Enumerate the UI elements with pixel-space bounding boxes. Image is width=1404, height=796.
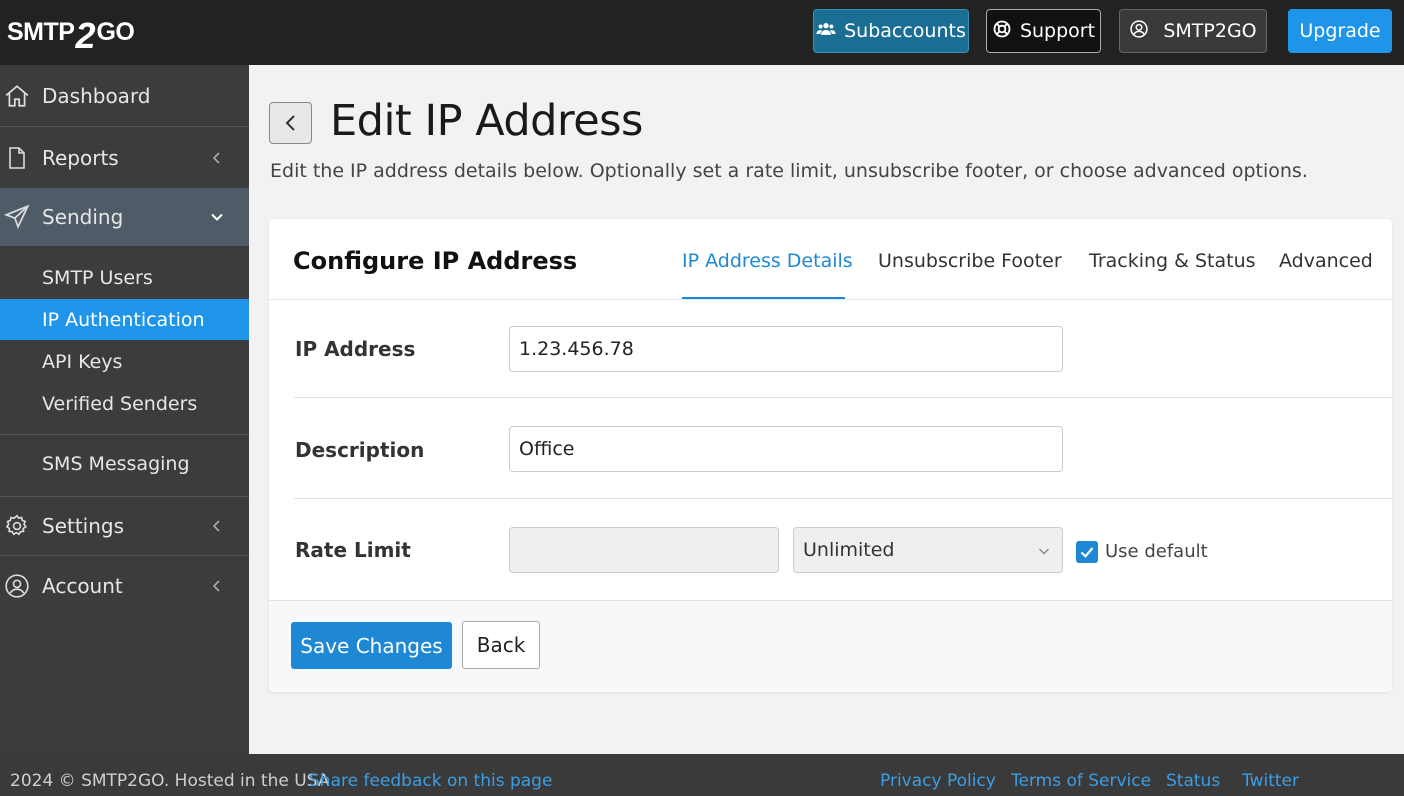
upgrade-button[interactable]: Upgrade <box>1288 9 1392 53</box>
description-input[interactable]: Office <box>509 426 1063 472</box>
top-bar: SMTP 2 GO Subaccounts Support SMTP2GO Upgr… <box>0 0 1404 65</box>
logo-text-suffix: GO <box>96 17 135 46</box>
sidebar-item-label: SMTP Users <box>42 266 153 289</box>
logo-text-prefix: SMTP <box>7 17 75 46</box>
sidebar: Dashboard Reports Sending SMTP Users IP … <box>0 65 249 754</box>
subaccounts-label: Subaccounts <box>844 20 966 42</box>
rate-limit-label: Rate Limit <box>295 538 411 562</box>
tab-unsubscribe-footer[interactable]: Unsubscribe Footer <box>878 250 1062 272</box>
sidebar-item-label: Account <box>42 574 123 598</box>
rate-limit-unit-value: Unlimited <box>803 539 895 561</box>
sidebar-item-smtp-users[interactable]: SMTP Users <box>0 257 249 298</box>
logo-text-two: 2 <box>75 15 96 56</box>
chevron-left-icon <box>212 520 220 532</box>
user-circle-icon <box>1129 19 1149 44</box>
page-footer: 2024 © SMTP2GO. Hosted in the USA Share … <box>0 754 1404 796</box>
sidebar-item-sending[interactable]: Sending <box>0 188 249 246</box>
rate-limit-input[interactable] <box>509 527 779 573</box>
sidebar-item-label: Verified Senders <box>42 392 198 415</box>
sidebar-item-label: Dashboard <box>42 84 151 108</box>
chevron-down-icon <box>211 213 223 221</box>
card-title: Configure IP Address <box>293 247 578 275</box>
sidebar-item-label: Sending <box>42 205 124 229</box>
sidebar-divider <box>0 434 249 435</box>
status-link[interactable]: Status <box>1166 771 1220 791</box>
paper-plane-icon <box>4 204 30 230</box>
sidebar-item-api-keys[interactable]: API Keys <box>0 341 249 382</box>
gear-icon <box>4 513 30 539</box>
save-changes-button[interactable]: Save Changes <box>291 622 452 669</box>
privacy-policy-link[interactable]: Privacy Policy <box>880 771 996 791</box>
sidebar-item-sms-messaging[interactable]: SMS Messaging <box>0 443 249 484</box>
page-description: Edit the IP address details below. Optio… <box>270 160 1308 182</box>
sidebar-item-label: IP Authentication <box>42 308 205 331</box>
sidebar-item-reports[interactable]: Reports <box>0 127 249 188</box>
configure-ip-card: Configure IP Address IP Address Details … <box>269 219 1392 692</box>
user-circle-icon <box>4 573 30 599</box>
subaccounts-button[interactable]: Subaccounts <box>813 9 969 53</box>
sidebar-item-ip-authentication[interactable]: IP Authentication <box>0 299 249 340</box>
support-label: Support <box>1019 20 1096 42</box>
document-icon <box>4 145 30 171</box>
page-title: Edit IP Address <box>330 96 643 146</box>
smtp2go-logo[interactable]: SMTP 2 GO <box>7 9 135 56</box>
checkmark-icon <box>1080 547 1094 558</box>
back-button[interactable]: Back <box>462 621 540 669</box>
row-divider <box>294 498 1392 499</box>
twitter-link[interactable]: Twitter <box>1242 771 1299 791</box>
chevron-left-icon <box>285 115 295 131</box>
sidebar-item-label: Reports <box>42 145 119 170</box>
sidebar-item-label: SMS Messaging <box>42 452 190 475</box>
back-arrow-button[interactable] <box>269 102 312 144</box>
ip-address-label: IP Address <box>295 337 416 361</box>
life-ring-icon <box>992 19 1012 44</box>
sidebar-item-account[interactable]: Account <box>0 556 249 616</box>
description-label: Description <box>295 438 425 462</box>
row-divider <box>294 397 1392 398</box>
tab-tracking-status[interactable]: Tracking & Status <box>1089 250 1256 272</box>
home-icon <box>4 83 30 109</box>
chevron-left-icon <box>212 151 220 164</box>
sidebar-item-verified-senders[interactable]: Verified Senders <box>0 383 249 424</box>
tab-advanced[interactable]: Advanced <box>1279 250 1373 272</box>
tab-ip-address-details[interactable]: IP Address Details <box>682 250 853 272</box>
chevron-down-icon <box>1039 548 1049 555</box>
sidebar-item-label: Settings <box>42 514 125 538</box>
card-header-divider <box>269 299 1392 300</box>
chevron-left-icon <box>212 580 220 592</box>
sidebar-item-dashboard[interactable]: Dashboard <box>0 65 249 127</box>
ip-address-value: 1.23.456.78 <box>519 338 634 360</box>
copyright-text: 2024 © SMTP2GO. Hosted in the USA <box>10 771 330 791</box>
account-label: SMTP2GO <box>1163 20 1257 42</box>
feedback-link[interactable]: Share feedback on this page <box>309 771 552 791</box>
account-menu-button[interactable]: SMTP2GO <box>1119 9 1267 53</box>
rate-limit-unit-select[interactable]: Unlimited <box>793 527 1063 573</box>
card-footer: Save Changes Back <box>269 600 1392 692</box>
ip-address-input[interactable]: 1.23.456.78 <box>509 326 1063 372</box>
use-default-label[interactable]: Use default <box>1105 541 1208 562</box>
upgrade-label: Upgrade <box>1299 20 1381 42</box>
use-default-checkbox[interactable] <box>1076 541 1098 563</box>
description-value: Office <box>519 438 575 460</box>
users-icon <box>816 19 836 44</box>
terms-of-service-link[interactable]: Terms of Service <box>1011 771 1151 791</box>
support-button[interactable]: Support <box>986 9 1101 53</box>
sidebar-item-settings[interactable]: Settings <box>0 497 249 555</box>
sidebar-item-label: API Keys <box>42 350 123 373</box>
